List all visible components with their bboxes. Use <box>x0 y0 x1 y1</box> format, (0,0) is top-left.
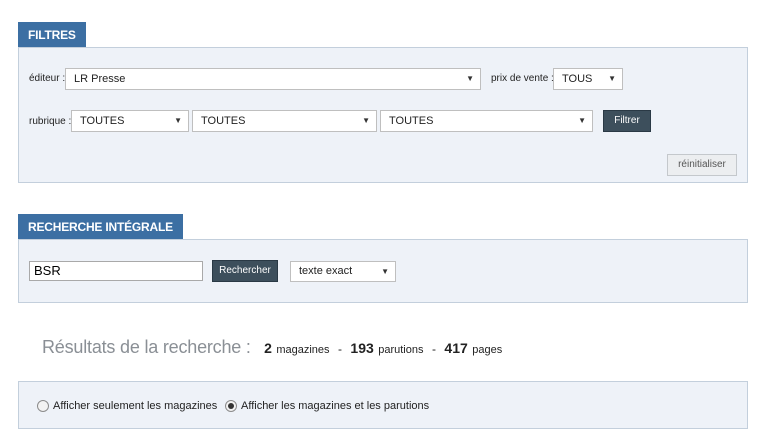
rubrique-select-3-value: TOUTES <box>389 115 434 127</box>
search-input[interactable]: BSR <box>29 261 203 281</box>
magazines-count: 2 <box>264 340 272 356</box>
reinitialiser-button[interactable]: réinitialiser <box>667 154 737 176</box>
pages-unit: pages <box>472 344 503 356</box>
search-mode-value: texte exact <box>299 265 353 277</box>
editeur-label: éditeur : <box>29 73 66 84</box>
separator: - <box>337 342 342 356</box>
rubrique-select-2-value: TOUTES <box>201 115 246 127</box>
chevron-down-icon: ▼ <box>174 116 182 125</box>
filtres-panel: éditeur : LR Presse ▼ prix de vente : TO… <box>18 47 748 183</box>
radio-magazines-only[interactable] <box>37 400 49 412</box>
chevron-down-icon: ▼ <box>362 116 370 125</box>
search-mode-select[interactable]: texte exact ▼ <box>290 261 396 282</box>
rubrique-select-1-value: TOUTES <box>80 115 125 127</box>
rubrique-select-2[interactable]: TOUTES ▼ <box>192 110 377 132</box>
prix-label: prix de vente : <box>491 73 554 84</box>
filtres-tab: FILTRES <box>18 22 86 48</box>
filtrer-button[interactable]: Filtrer <box>603 110 651 132</box>
magazines-unit: magazines <box>276 344 330 356</box>
rechercher-button[interactable]: Rechercher <box>212 260 278 282</box>
editeur-select[interactable]: LR Presse ▼ <box>65 68 481 90</box>
results-label: Résultats de la recherche : <box>42 337 251 357</box>
chevron-down-icon: ▼ <box>608 74 616 83</box>
parutions-unit: parutions <box>378 344 424 356</box>
display-options-panel: Afficher seulement les magazines Affiche… <box>18 381 748 429</box>
chevron-down-icon: ▼ <box>381 267 389 276</box>
radio-magazines-only-label[interactable]: Afficher seulement les magazines <box>53 400 217 412</box>
pages-count: 417 <box>444 340 468 356</box>
parutions-count: 193 <box>350 340 374 356</box>
radio-magazines-and-parutions[interactable] <box>225 400 237 412</box>
radio-magazines-and-parutions-label[interactable]: Afficher les magazines et les parutions <box>241 400 429 412</box>
prix-select-value: TOUS <box>562 73 593 85</box>
separator: - <box>431 342 436 356</box>
chevron-down-icon: ▼ <box>466 74 474 83</box>
rubrique-select-3[interactable]: TOUTES ▼ <box>380 110 593 132</box>
results-summary: Résultats de la recherche : 2 magazines … <box>42 337 502 363</box>
editeur-select-value: LR Presse <box>74 73 126 85</box>
rubrique-select-1[interactable]: TOUTES ▼ <box>71 110 189 132</box>
chevron-down-icon: ▼ <box>578 116 586 125</box>
recherche-tab: RECHERCHE INTÉGRALE <box>18 214 183 240</box>
prix-select[interactable]: TOUS ▼ <box>553 68 623 90</box>
rubrique-label: rubrique : <box>29 116 72 127</box>
recherche-panel: BSR Rechercher texte exact ▼ <box>18 239 748 303</box>
